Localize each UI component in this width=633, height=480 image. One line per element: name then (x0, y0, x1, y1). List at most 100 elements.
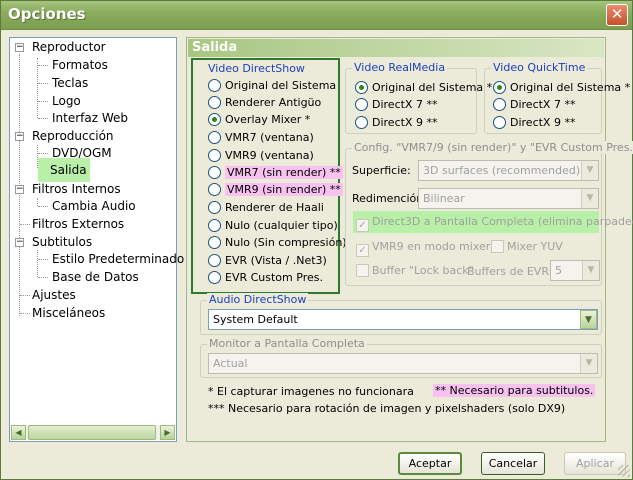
checkbox-icon[interactable] (491, 240, 504, 253)
radio-renderer-haali[interactable]: Renderer de Haali (208, 200, 324, 216)
dropdown-icon[interactable]: ▼ (581, 189, 598, 208)
note-subtitles: ** Necesario para subtitulos. (433, 384, 596, 397)
radio-icon[interactable] (208, 254, 221, 267)
radio-icon[interactable] (208, 166, 221, 179)
group-title-directshow: Video DirectShow (208, 62, 305, 75)
resize-label: Redimención: (352, 192, 427, 205)
checkbox-direct3d-fullscreen[interactable]: ✓ Direct3D a Pantalla Completa (elimina p… (356, 214, 633, 232)
radio-vmr7-ventana[interactable]: VMR7 (ventana) (208, 130, 314, 146)
radio-icon[interactable] (208, 149, 221, 162)
tree-line (20, 224, 30, 225)
title-bar[interactable]: Opciones ✕ (1, 1, 632, 30)
checkbox-mixer-yuv[interactable]: Mixer YUV (491, 239, 563, 255)
monitor-select[interactable]: Actual ▼ (208, 353, 598, 374)
radio-checked-icon[interactable] (355, 81, 368, 94)
tree-item-formatos[interactable]: Formatos (50, 57, 110, 74)
expander-icon[interactable]: − (15, 132, 24, 141)
cancel-button[interactable]: Cancelar (481, 452, 545, 475)
radio-icon[interactable] (208, 201, 221, 214)
radio-icon[interactable] (208, 96, 221, 109)
section-title: Salida (188, 39, 604, 57)
radio-evr-vista[interactable]: EVR (Vista / .Net3) (208, 253, 327, 269)
tree-item-interfaz-web[interactable]: Interfaz Web (50, 110, 130, 127)
tree-item-reproduccion[interactable]: Reproducción (30, 128, 116, 145)
tree-item-salida[interactable]: Salida (38, 158, 90, 182)
expander-icon[interactable]: − (15, 43, 24, 52)
radio-original-del-sistema[interactable]: Original del Sistema (208, 78, 336, 94)
tree-line (38, 259, 48, 260)
radio-checked-icon[interactable] (208, 113, 221, 126)
dropdown-icon[interactable]: ▼ (581, 161, 598, 180)
tree-item-ajustes[interactable]: Ajustes (30, 287, 78, 304)
tree-item-estilo-predeterminado[interactable]: Estilo Predeterminado (50, 251, 186, 268)
radio-qt-directx9[interactable]: DirectX 9 ** (493, 115, 575, 131)
evr-buffers-select[interactable]: 5 ▼ (550, 260, 600, 281)
radio-overlay-mixer[interactable]: Overlay Mixer * (208, 112, 310, 128)
tree-item-filtros-internos[interactable]: Filtros Internos (30, 181, 123, 198)
checkbox-checked-icon[interactable]: ✓ (356, 219, 369, 232)
tree-line (38, 65, 48, 66)
tree-item-cambia-audio[interactable]: Cambia Audio (50, 198, 138, 215)
radio-evr-custom[interactable]: EVR Custom Pres. (208, 270, 323, 286)
checkbox-lock-back[interactable]: Buffer "Lock back" (356, 263, 474, 279)
surface-select[interactable]: 3D surfaces (recommended) *** ▼ (418, 160, 599, 181)
radio-vmr7-sin-render[interactable]: VMR7 (sin render) ** (208, 165, 343, 181)
evr-buffers-label: Buffers de EVR: (467, 265, 553, 278)
radio-icon[interactable] (208, 183, 221, 196)
tree-item-teclas[interactable]: Teclas (50, 75, 90, 92)
checkbox-checked-icon[interactable]: ✓ (356, 244, 369, 257)
radio-nulo-cualquier[interactable]: Nulo (cualquier tipo) (208, 218, 338, 234)
checkbox-vmr9-mixer[interactable]: ✓ VMR9 en modo mixer (356, 239, 490, 257)
radio-rm-directx7[interactable]: DirectX 7 ** (355, 97, 437, 113)
radio-nulo-sin-compresion[interactable]: Nulo (Sin compresión) (208, 235, 347, 251)
apply-button[interactable]: Aplicar (564, 452, 626, 475)
dropdown-icon[interactable]: ▼ (582, 261, 599, 280)
options-window: Opciones ✕ − Reproductor Formatos Teclas… (0, 0, 633, 480)
tree-horizontal-scrollbar[interactable]: ◀ ▶ (11, 425, 175, 440)
tree-item-logo[interactable]: Logo (50, 93, 83, 110)
expander-icon[interactable]: − (15, 238, 24, 247)
scroll-thumb[interactable] (28, 425, 156, 440)
radio-qt-directx7[interactable]: DirectX 7 ** (493, 97, 575, 113)
radio-icon[interactable] (208, 79, 221, 92)
close-button[interactable]: ✕ (606, 4, 628, 26)
note-capture: * El capturar imagenes no funcionara (208, 385, 414, 398)
scroll-left-icon[interactable]: ◀ (11, 425, 26, 440)
radio-qt-original[interactable]: Original del Sistema * (493, 80, 630, 96)
tree-item-base-de-datos[interactable]: Base de Datos (50, 269, 141, 286)
radio-icon[interactable] (355, 116, 368, 129)
radio-renderer-antiguo[interactable]: Renderer Antigüo (208, 95, 321, 111)
tree-line (20, 313, 30, 314)
tree-line (37, 250, 38, 277)
radio-icon[interactable] (493, 98, 506, 111)
radio-vmr9-ventana[interactable]: VMR9 (ventana) (208, 148, 314, 164)
tree-item-miscelaneos[interactable]: Misceláneos (30, 305, 107, 322)
audio-renderer-select[interactable]: System Default ▼ (208, 309, 598, 330)
tree-line (37, 198, 38, 206)
radio-vmr9-sin-render[interactable]: VMR9 (sin render) ** (208, 182, 343, 198)
tree-line (38, 83, 48, 84)
expander-icon[interactable]: − (15, 185, 24, 194)
radio-icon[interactable] (355, 98, 368, 111)
checkbox-icon[interactable] (356, 264, 369, 277)
radio-icon[interactable] (208, 219, 221, 232)
dropdown-icon[interactable]: ▼ (580, 310, 597, 329)
dropdown-icon[interactable]: ▼ (580, 354, 597, 373)
radio-icon[interactable] (493, 116, 506, 129)
surface-label: Superficie: (352, 164, 411, 177)
options-tree[interactable]: − Reproductor Formatos Teclas Logo Inter… (9, 37, 184, 442)
tree-item-filtros-externos[interactable]: Filtros Externos (30, 216, 126, 233)
radio-icon[interactable] (208, 236, 221, 249)
tree-line (38, 277, 48, 278)
tree-item-subtitulos[interactable]: Subtitulos (30, 234, 94, 251)
accept-button[interactable]: Aceptar (398, 452, 462, 475)
radio-icon[interactable] (208, 271, 221, 284)
radio-checked-icon[interactable] (493, 81, 506, 94)
tree-item-reproductor[interactable]: Reproductor (30, 39, 108, 56)
scroll-right-icon[interactable]: ▶ (160, 425, 175, 440)
radio-rm-original[interactable]: Original del Sistema * (355, 80, 492, 96)
radio-rm-directx9[interactable]: DirectX 9 ** (355, 115, 437, 131)
resize-grip-icon[interactable] (618, 465, 630, 477)
resize-select[interactable]: Bilinear ▼ (418, 188, 599, 209)
radio-icon[interactable] (208, 131, 221, 144)
